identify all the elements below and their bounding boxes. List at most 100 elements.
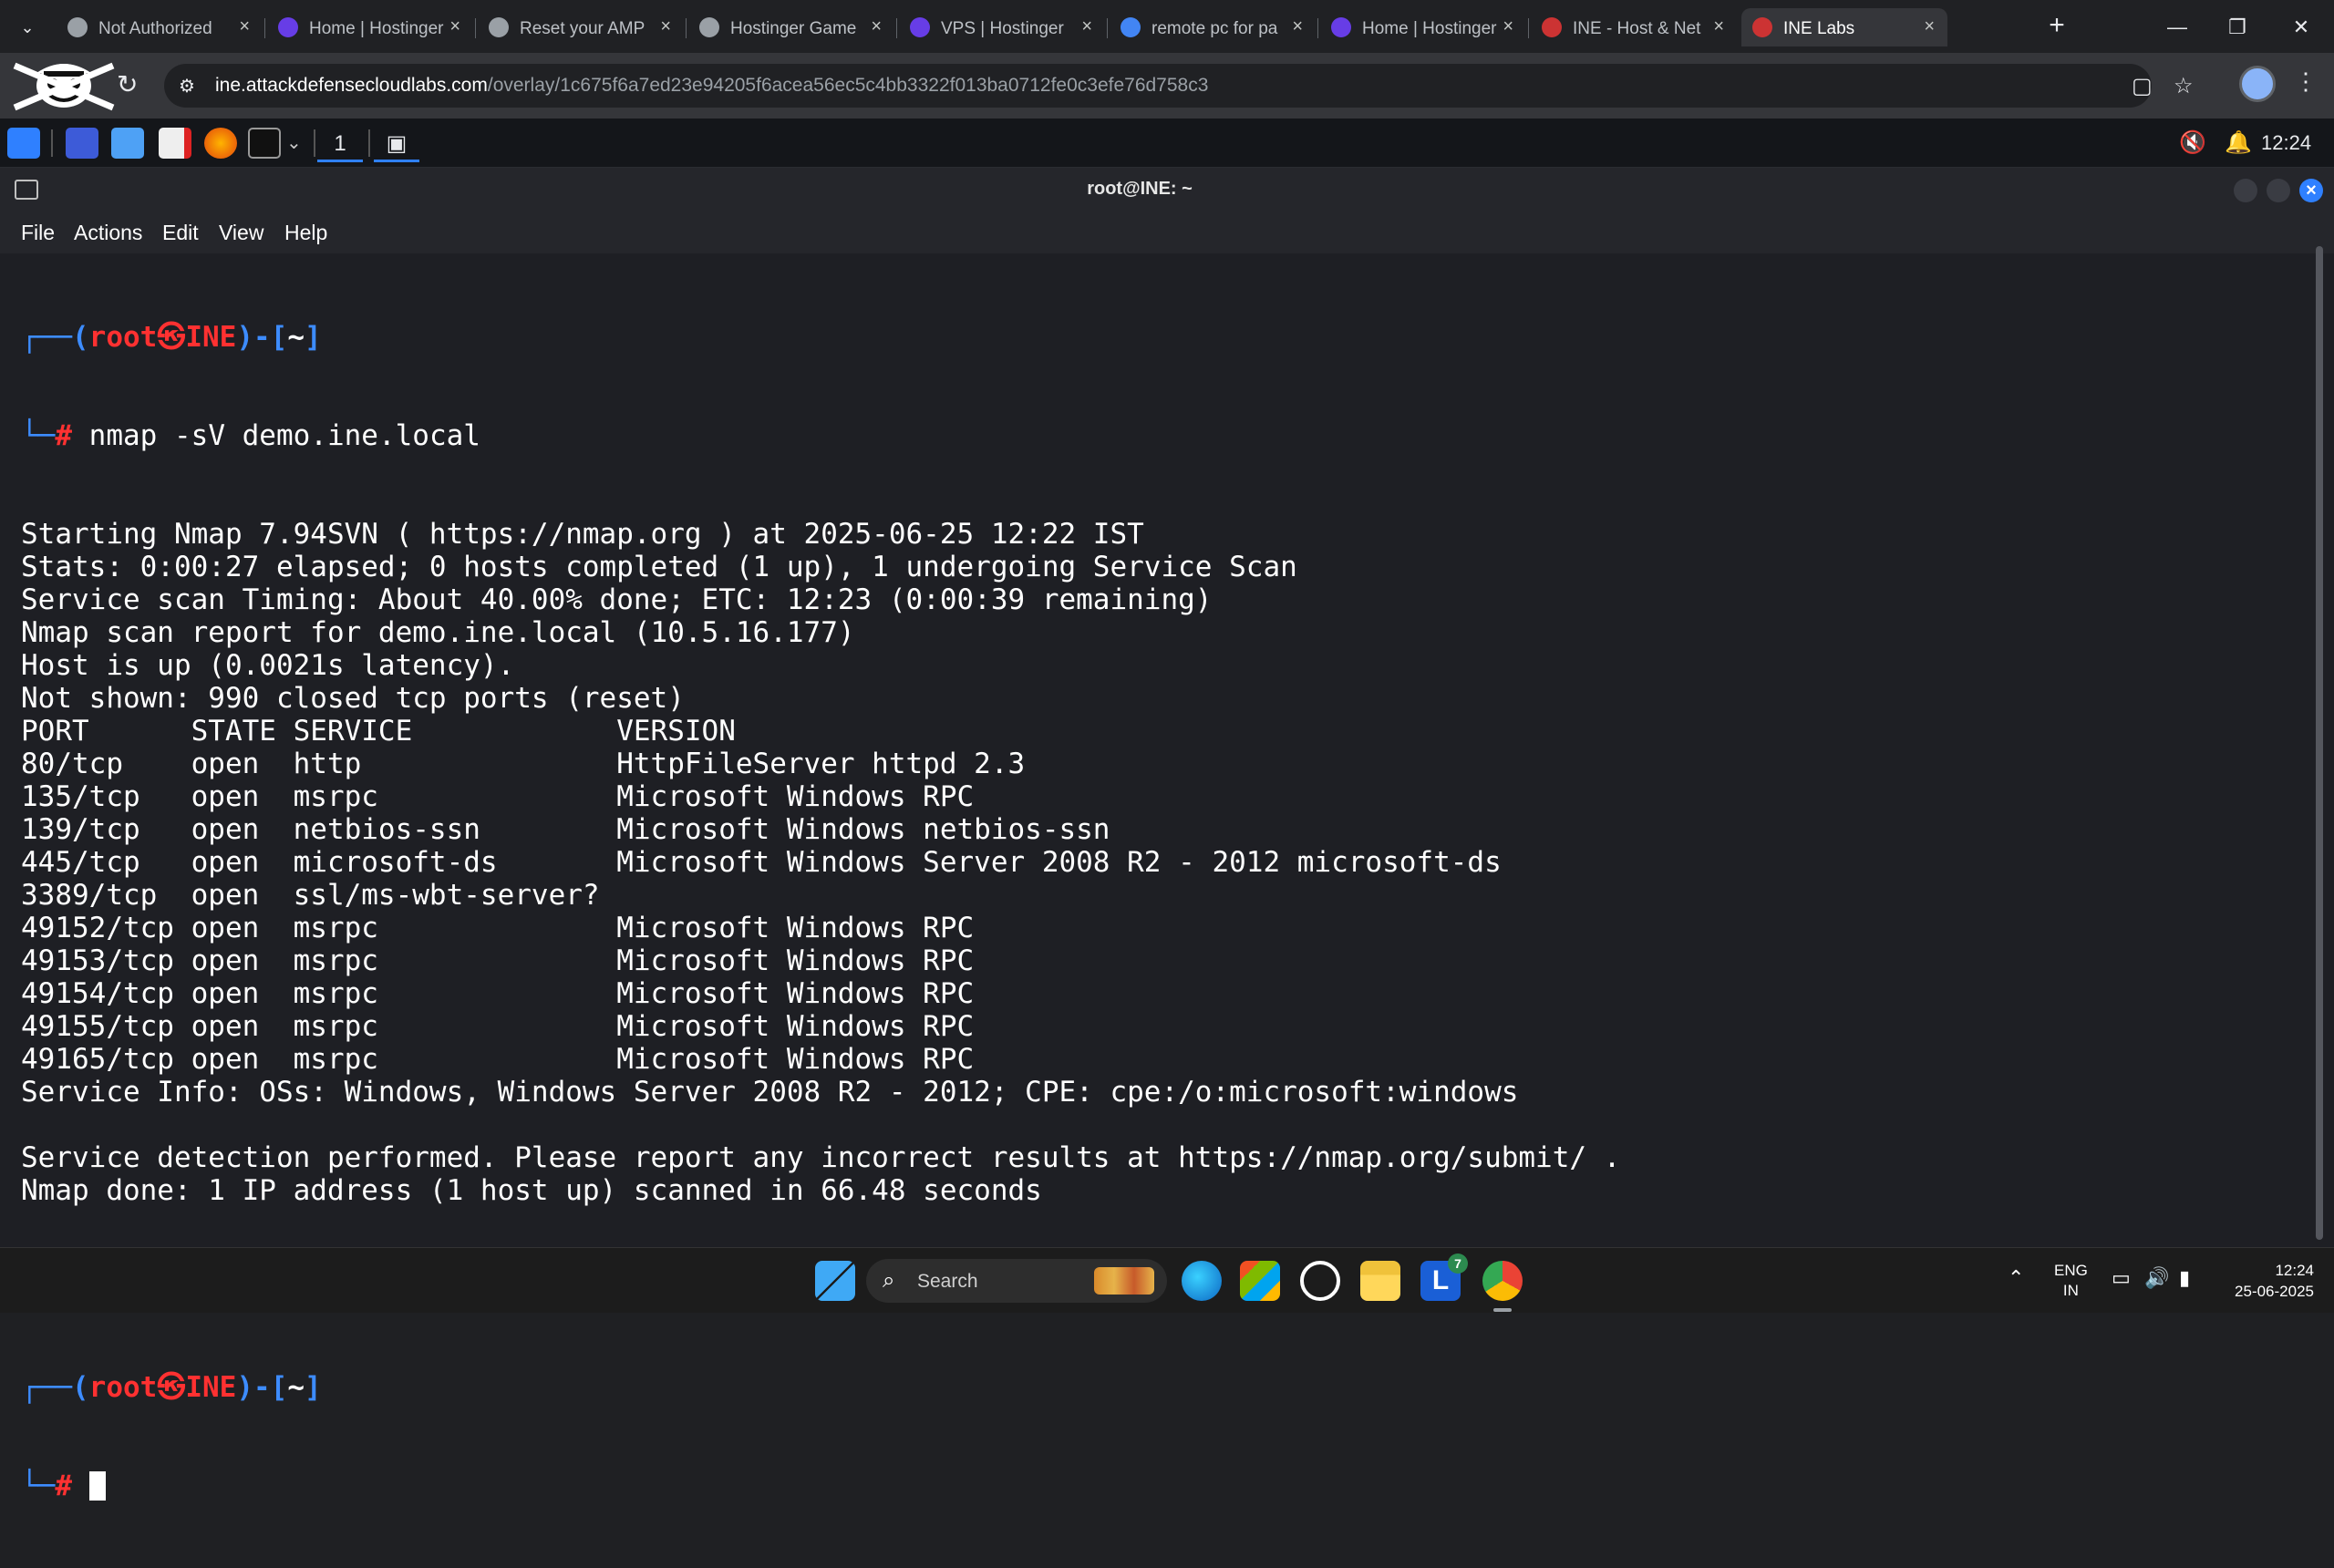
terminal-scrollbar[interactable] [2316,246,2323,1240]
taskbar-terminal-window[interactable]: ▣ [374,126,419,162]
url-text[interactable]: ine.attackdefensecloudlabs.com/overlay/1… [215,75,1208,97]
volume-icon[interactable]: 🔊 [2144,1266,2169,1290]
microsoft-store-icon[interactable] [1240,1261,1280,1301]
browser-tab[interactable]: INE Labs × [1741,8,1947,46]
ine-icon [1752,17,1772,37]
output-line: 135/tcp open msrpc Microsoft Windows RPC [21,780,975,813]
google-icon [699,17,719,37]
output-line: Host is up (0.0021s latency). [21,649,515,682]
panel-separator [368,129,370,157]
file-manager-icon[interactable] [111,128,144,159]
kali-menu-icon[interactable] [7,128,40,159]
output-line: Service detection performed. Please repo… [21,1141,1621,1174]
site-info-icon[interactable]: ⚙ [179,75,195,98]
profile-avatar[interactable] [2239,66,2276,102]
menu-edit[interactable]: Edit [162,221,199,245]
show-desktop-icon[interactable] [66,128,98,159]
file-explorer-icon[interactable] [1360,1261,1400,1301]
browser-tab[interactable]: Reset your AMP × [478,8,684,46]
chrome-icon[interactable] [1482,1261,1523,1301]
close-tab-icon[interactable]: × [1924,16,1935,37]
browser-tab[interactable]: Hostinger Game × [688,8,894,46]
close-tab-icon[interactable]: × [1081,16,1092,37]
tab-separator [1317,18,1318,38]
chatgpt-icon[interactable] [1300,1261,1340,1301]
tab-label: VPS | Hostinger [941,19,1064,38]
bookmark-star-icon[interactable]: ☆ [2174,73,2194,99]
notification-bell-icon[interactable]: 🔔 [2225,129,2252,156]
menu-view[interactable]: View [219,221,263,245]
learning-app-icon[interactable]: L7 [1420,1253,1468,1301]
close-tab-icon[interactable]: × [1292,16,1303,37]
tab-label: remote pc for pa [1152,19,1278,38]
windows-start-icon[interactable] [815,1261,855,1301]
search-label: Search [917,1271,978,1292]
tab-separator [896,18,897,38]
close-tab-icon[interactable]: × [239,16,250,37]
restore-icon[interactable]: ❐ [2210,9,2265,46]
maximize-dot-button[interactable] [2267,179,2290,202]
tab-search-chevron-icon[interactable]: ⌄ [13,13,42,42]
close-tab-icon[interactable]: × [449,16,460,37]
output-line: 49165/tcp open msrpc Microsoft Windows R… [21,1043,975,1076]
text-editor-icon[interactable] [159,128,191,159]
tab-separator [1107,18,1108,38]
close-window-icon[interactable]: ✕ [2274,9,2329,46]
browser-tab[interactable]: VPS | Hostinger × [899,8,1105,46]
input-line[interactable]: └─# [21,1470,1620,1502]
browser-menu-icon[interactable]: ⋮ [2294,67,2318,96]
windows-taskbar: ⌕ Search L7 ⌃ ENG IN ▭ 🔊 ▮ 12:24 25-06-202… [0,1247,2334,1313]
address-bar[interactable]: ⚙ ine.attackdefensecloudlabs.com/overlay… [164,64,2194,108]
taskbar-search[interactable]: ⌕ Search [866,1259,1167,1303]
search-highlight-image [1094,1267,1154,1295]
browser-tab[interactable]: Not Authorized × [57,8,263,46]
terminal-title: root@INE: ~ [1087,179,1193,199]
close-tab-icon[interactable]: × [660,16,671,37]
browser-tab-strip: ⌄ Not Authorized × Home | Hostinger × Reset … [0,0,2334,53]
system-clock[interactable]: 12:24 25-06-2025 [2219,1260,2314,1302]
hostinger-icon [1331,17,1351,37]
tab-label: INE Labs [1783,19,1855,38]
output-line: 80/tcp open http HttpFileServer httpd 2.… [21,748,1026,780]
edge-icon[interactable] [1182,1261,1222,1301]
terminal-titlebar: root@INE: ~ × [0,168,2334,211]
tab-label: Hostinger Game [730,19,857,38]
output-line: Service scan Timing: About 40.00% done; … [21,583,1213,616]
mute-icon[interactable]: 🔇 [2179,129,2206,156]
terminal-output[interactable]: ┌──(root㉿INE)-[~] └─# nmap -sV demo.ine.… [0,253,2334,1502]
output-line: Stats: 0:00:27 elapsed; 0 hosts complete… [21,551,1297,583]
tab-label: INE - Host & Net [1573,19,1701,38]
close-tab-icon[interactable]: × [1503,16,1513,37]
terminal-dropdown-icon[interactable]: ⌄ [286,131,302,154]
tray-overflow-icon[interactable]: ⌃ [2008,1266,2024,1290]
save-page-icon[interactable]: ▢ [2132,73,2153,99]
battery-icon[interactable]: ▮ [2179,1266,2190,1290]
panel-separator [314,129,315,157]
output-line: Nmap done: 1 IP address (1 host up) scan… [21,1174,1042,1207]
close-terminal-button[interactable]: × [2299,179,2323,202]
browser-tab[interactable]: INE - Host & Net × [1531,8,1737,46]
firefox-icon[interactable] [204,128,237,159]
network-icon[interactable]: ▭ [2112,1266,2131,1290]
new-tab-button[interactable]: + [2042,11,2071,40]
browser-tab[interactable]: Home | Hostinger × [267,8,473,46]
tab-separator [686,18,687,38]
browser-tab[interactable]: remote pc for pa × [1110,8,1316,46]
close-tab-icon[interactable]: × [871,16,882,37]
prompt-line: ┌──(root㉿INE)-[~] [21,1371,322,1404]
browser-tab[interactable]: Home | Hostinger × [1320,8,1526,46]
panel-clock[interactable]: 12:24 [2261,131,2311,155]
reload-icon[interactable]: ↻ [117,69,138,99]
output-line: Nmap scan report for demo.ine.local (10.… [21,616,855,649]
tab-label: Home | Hostinger [309,19,444,38]
minimize-dot-button[interactable] [2234,179,2257,202]
workspace-1[interactable]: 1 [317,126,363,162]
menu-help[interactable]: Help [284,221,327,245]
menu-file[interactable]: File [21,221,55,245]
terminal-icon[interactable] [248,128,281,159]
menu-actions[interactable]: Actions [74,221,142,245]
close-tab-icon[interactable]: × [1713,16,1724,37]
input-language[interactable]: ENG IN [2054,1261,2088,1301]
minimize-icon[interactable]: — [2150,9,2205,46]
